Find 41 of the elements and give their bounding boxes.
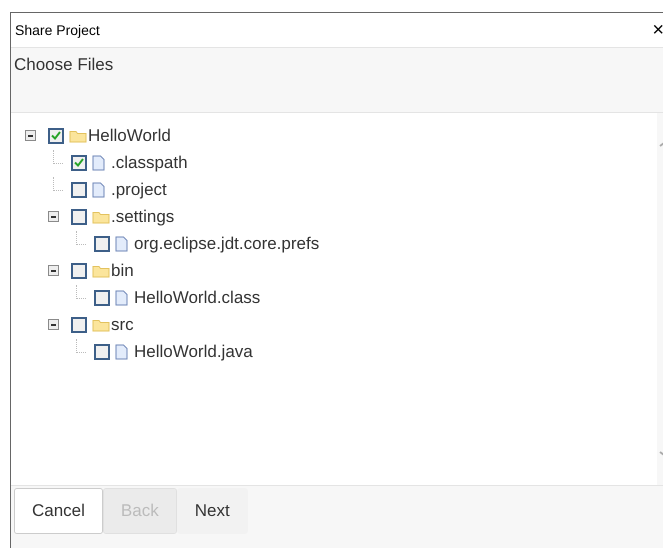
checkbox[interactable]: [48, 128, 64, 144]
collapse-icon[interactable]: [48, 319, 59, 330]
window-title: Share Project: [15, 20, 100, 40]
file-label[interactable]: .classpath: [111, 150, 188, 176]
file-icon: [92, 182, 105, 198]
tree-line: [76, 284, 86, 298]
header-title: Choose Files: [14, 54, 114, 76]
tree-line: [53, 150, 63, 164]
collapse-icon[interactable]: [25, 130, 36, 141]
tree-line: [76, 338, 86, 352]
folder-label[interactable]: .settings: [111, 204, 174, 230]
checkbox[interactable]: [71, 262, 87, 278]
folder-icon: [92, 210, 110, 224]
collapse-icon[interactable]: [48, 211, 59, 222]
file-icon: [115, 236, 128, 252]
file-label[interactable]: HelloWorld.class: [134, 284, 260, 310]
file-icon: [115, 290, 128, 306]
file-label[interactable]: .project: [111, 176, 167, 202]
checkbox[interactable]: [71, 316, 87, 332]
tree-line: [53, 176, 63, 190]
tree-line: [76, 230, 86, 244]
file-label[interactable]: HelloWorld.java: [134, 338, 253, 364]
folder-label[interactable]: src: [111, 312, 134, 338]
file-icon: [115, 344, 128, 360]
collapse-icon[interactable]: [48, 265, 59, 276]
checkbox[interactable]: [71, 208, 87, 224]
dialog-button[interactable]: Next: [176, 488, 248, 534]
folder-label[interactable]: bin: [111, 258, 134, 284]
dialog-button[interactable]: Cancel: [14, 488, 103, 534]
close-button[interactable]: ×: [650, 20, 663, 40]
folder-icon: [92, 264, 110, 278]
checkbox[interactable]: [71, 154, 87, 170]
checkbox[interactable]: [94, 290, 110, 306]
file-icon: [92, 154, 105, 170]
checkbox[interactable]: [94, 344, 110, 360]
folder-icon: [69, 128, 87, 142]
folder-label[interactable]: HelloWorld: [88, 122, 171, 148]
checkbox[interactable]: [94, 236, 110, 252]
file-label[interactable]: org.eclipse.jdt.core.prefs: [134, 230, 320, 256]
checkbox[interactable]: [71, 182, 87, 198]
folder-icon: [92, 318, 110, 332]
